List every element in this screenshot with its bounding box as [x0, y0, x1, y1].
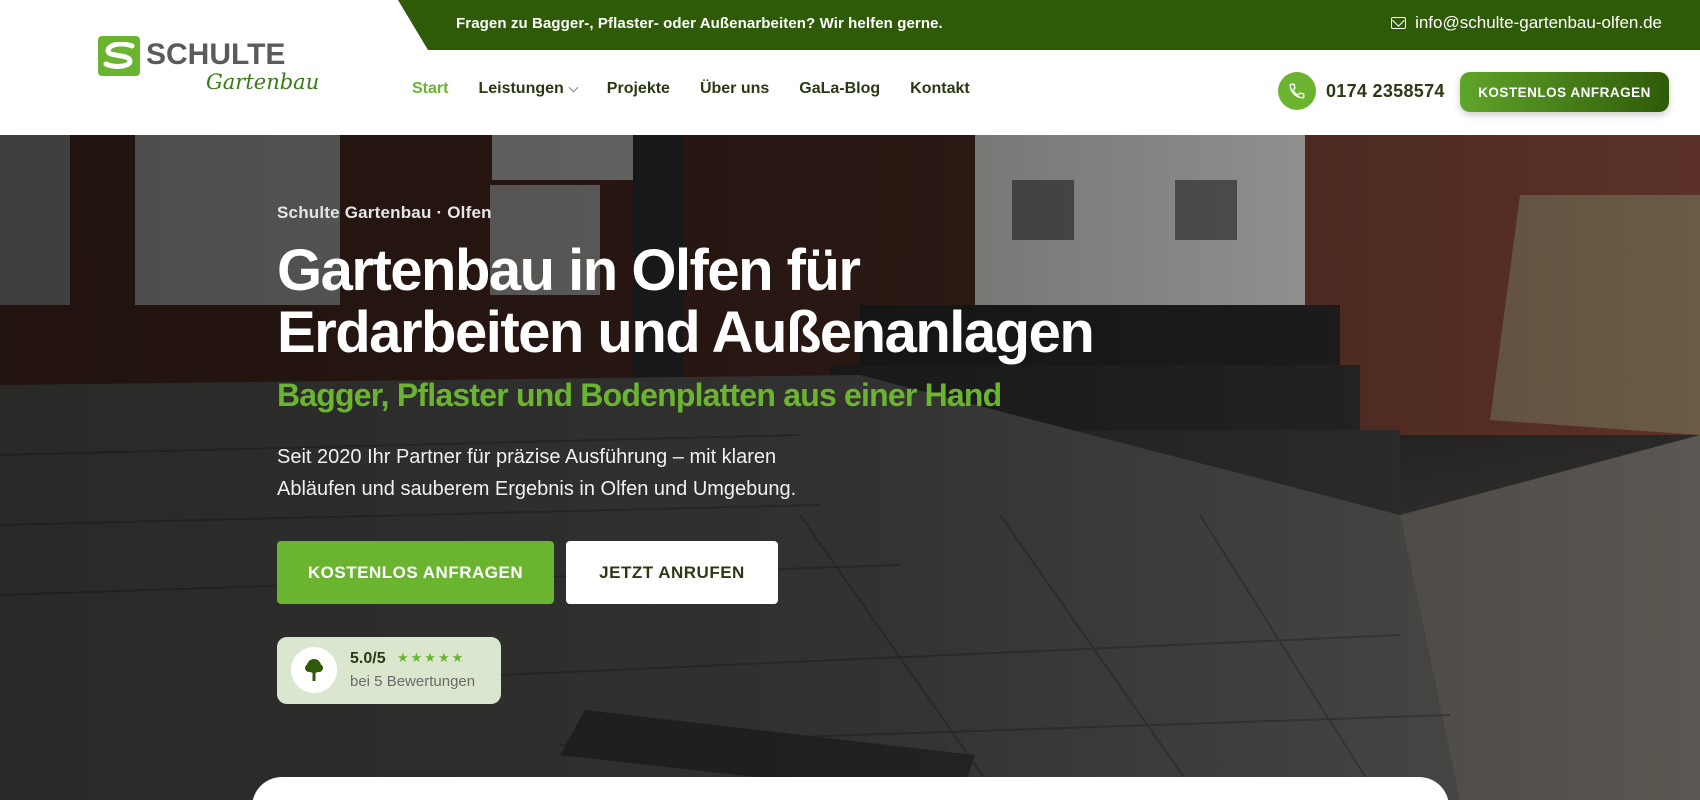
logo-mark-icon [98, 36, 140, 76]
tree-icon [291, 647, 337, 693]
topbar-message: Fragen zu Bagger-, Pflaster- oder Außena… [456, 15, 943, 32]
hero-call-button[interactable]: JETZT ANRUFEN [566, 541, 778, 604]
main-nav: Start Leistungen Projekte Über uns GaLa-… [412, 80, 970, 98]
nav-item-label: Leistungen [478, 80, 564, 97]
content-card-top [252, 777, 1449, 800]
nav-item-gala-blog[interactable]: GaLa-Blog [799, 80, 880, 98]
rating-score: 5.0/5 [350, 650, 386, 667]
chevron-down-icon [568, 82, 579, 92]
nav-item-kontakt[interactable]: Kontakt [910, 80, 970, 98]
hero-lead-line-1: Seit 2020 Ihr Partner für präzise Ausfüh… [277, 446, 777, 468]
hero-section: Schulte Gartenbau · Olfen Gartenbau in O… [0, 135, 1700, 800]
mail-icon [1391, 17, 1407, 29]
phone-icon[interactable] [1278, 72, 1316, 110]
header-cta-button[interactable]: KOSTENLOS ANFRAGEN [1460, 72, 1669, 112]
topbar-email: info@schulte-gartenbau-olfen.de [1415, 13, 1662, 32]
rating-stars-icon: ★★★★★ [397, 650, 466, 665]
rating-badge[interactable]: 5.0/5 ★★★★★ bei 5 Bewertungen [277, 637, 501, 704]
hero-lead: Seit 2020 Ihr Partner für präzise Ausfüh… [277, 441, 877, 505]
hero-title-line-1: Gartenbau in Olfen für [277, 238, 861, 303]
hero-request-button[interactable]: KOSTENLOS ANFRAGEN [277, 541, 554, 604]
site-header: Fragen zu Bagger-, Pflaster- oder Außena… [0, 0, 1700, 135]
top-bar: Fragen zu Bagger-, Pflaster- oder Außena… [398, 0, 1700, 50]
topbar-email-link[interactable]: info@schulte-gartenbau-olfen.de [1391, 13, 1662, 33]
nav-item-projekte[interactable]: Projekte [607, 80, 670, 98]
header-phone-number[interactable]: 0174 2358574 [1326, 81, 1445, 102]
logo-wordmark: SCHULTE [146, 38, 286, 71]
nav-item-ueber-uns[interactable]: Über uns [700, 80, 769, 98]
hero-kicker: Schulte Gartenbau · Olfen [277, 203, 492, 222]
nav-item-start[interactable]: Start [412, 80, 448, 98]
hero-subtitle: Bagger, Pflaster und Bodenplatten aus ei… [277, 377, 1002, 413]
logo[interactable]: SCHULTE Gartenbau [98, 34, 319, 96]
nav-item-leistungen[interactable]: Leistungen [478, 80, 579, 98]
logo-subtitle: Gartenbau [206, 70, 320, 94]
hero-title-line-2: Erdarbeiten und Außenanlagen [277, 300, 1095, 365]
rating-count: bei 5 Bewertungen [350, 673, 476, 690]
hero-title: Gartenbau in Olfen für Erdarbeiten und A… [277, 240, 1277, 364]
hero-lead-line-2: Abläufen und sauberem Ergebnis in Olfen … [277, 478, 797, 500]
